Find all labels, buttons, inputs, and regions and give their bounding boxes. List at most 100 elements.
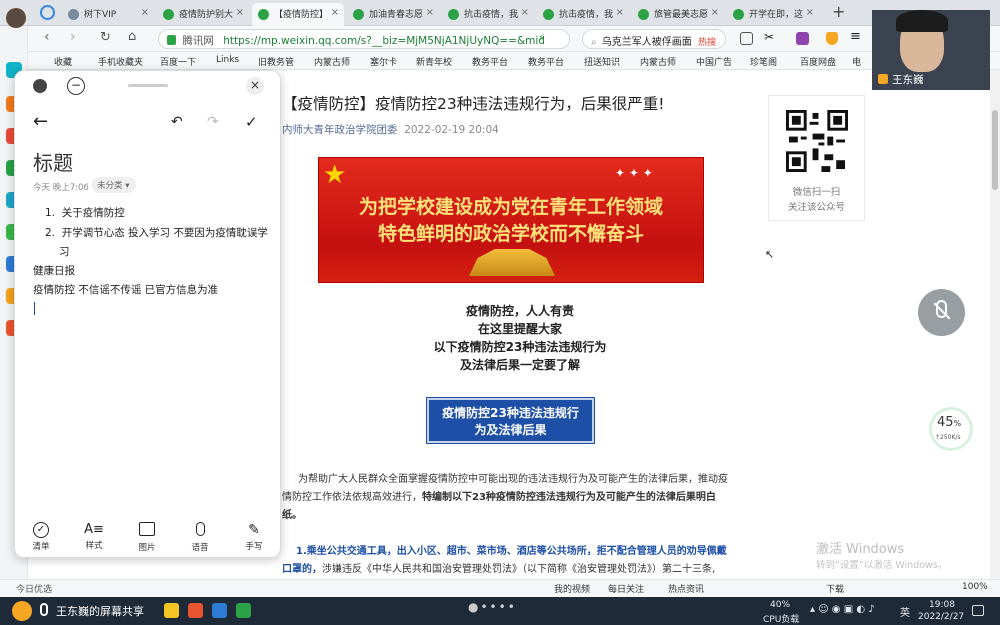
tab-0[interactable]: 树下VIP × (62, 3, 154, 26)
new-tab-icon[interactable]: + (832, 2, 845, 21)
bookmark-11[interactable]: 内蒙古师 (640, 55, 676, 68)
user-avatar[interactable] (6, 8, 26, 28)
share-mic-icon[interactable] (40, 603, 48, 616)
tab-2-active[interactable]: 【疫情防控】 × (252, 3, 344, 26)
browser-nav-icon[interactable] (40, 5, 55, 20)
forward-icon[interactable]: › (70, 29, 76, 45)
note-list-item-1[interactable]: 1. 关于疫情防控 (45, 205, 125, 220)
url-input[interactable]: 腾讯网 https://mp.weixin.qq.com/s?__biz=MjM… (158, 29, 570, 49)
undo-icon[interactable]: ↶ (171, 114, 183, 130)
note-title[interactable]: 标题 (33, 147, 73, 176)
toolbar-image-button[interactable]: 图片 (127, 522, 167, 553)
home-icon[interactable]: ⌂ (128, 29, 136, 44)
text-cursor (34, 302, 35, 315)
input-language[interactable]: 英 (900, 604, 910, 619)
tab-1[interactable]: 疫情防护别大 × (157, 3, 249, 26)
tab-close-icon[interactable]: × (426, 7, 434, 18)
redo-icon[interactable]: ↷ (207, 114, 219, 130)
tray-icons[interactable]: ▴ ☺ ◉ ▣ ◐ ♪ (810, 604, 875, 615)
tab-close-icon[interactable]: × (331, 7, 339, 18)
plugin-icon[interactable] (796, 32, 809, 45)
menu-icon[interactable]: ≡ (850, 29, 861, 44)
pin-icon[interactable] (33, 79, 47, 93)
lightning-icon[interactable]: ⚡ (538, 33, 545, 44)
network-speed-widget[interactable]: 45% ↑250K/s (929, 407, 973, 451)
back-arrow-icon[interactable]: ← (33, 111, 48, 132)
article-paragraph-1-end: 纸。 (282, 510, 302, 521)
tab-7[interactable]: 开学在即，这 × (727, 3, 819, 26)
close-icon[interactable]: × (246, 77, 264, 95)
scrollbar-thumb[interactable] (992, 110, 998, 190)
note-list-item-2-cont[interactable]: 习 (59, 244, 70, 259)
bookmark-4[interactable]: 旧教务管 (258, 55, 294, 68)
article-meta: 内师大青年政治学院团委 2022-02-19 20:04 (282, 122, 499, 137)
tab-5[interactable]: 抗击疫情，我 × (537, 3, 629, 26)
tab-6[interactable]: 旅管最美志愿 × (632, 3, 724, 26)
bookmark-13[interactable]: 珍笔阁 (750, 55, 777, 68)
bookmark-12[interactable]: 中国广告 (696, 55, 732, 68)
bookmark-10[interactable]: 扭送知识 (584, 55, 620, 68)
note-list-item-2[interactable]: 2. 开学调节心态 投入学习 不要因为疫情耽误学 (45, 225, 268, 240)
tab-close-icon[interactable]: × (521, 7, 529, 18)
mouse-cursor-icon: ↖ (765, 248, 775, 261)
note-category-dropdown[interactable]: 未分类 ▾ (91, 177, 136, 193)
note-line-3[interactable]: 健康日报 (33, 263, 75, 278)
confirm-check-icon[interactable]: ✓ (245, 113, 258, 131)
status-download-link[interactable]: 下载 (826, 582, 844, 595)
qr-caption-2: 关注该公众号 (787, 202, 845, 213)
tab-close-icon[interactable]: × (236, 7, 244, 18)
toolbar-checklist-button[interactable]: ✓ 清单 (21, 522, 61, 552)
qr-code-image[interactable] (786, 110, 848, 172)
toolbar-style-button[interactable]: A≡ 样式 (74, 522, 114, 551)
taskbar-app-icon[interactable] (164, 603, 179, 618)
status-video-link[interactable]: 我的视频 (554, 582, 590, 595)
tab-close-icon[interactable]: × (806, 7, 814, 18)
bookmark-9[interactable]: 教务平台 (528, 55, 564, 68)
bookmark-15[interactable]: 电 (852, 55, 861, 68)
bookmark-14[interactable]: 百度网盘 (800, 55, 836, 68)
activate-windows-watermark: 激活 Windows (816, 542, 905, 557)
zoom-level[interactable]: 100% (962, 582, 988, 592)
taskbar-app-icon[interactable] (212, 603, 227, 618)
cpu-load-label: CPU负载 (763, 615, 800, 625)
bookmark-8[interactable]: 教务平台 (472, 55, 508, 68)
taskbar-app-icon[interactable] (188, 603, 203, 618)
clock-date[interactable]: 2022/2/27 (918, 612, 964, 622)
note-line-4[interactable]: 疫情防控 不信谣不传谣 已官方信息为准 (33, 282, 218, 297)
page-scrollbar[interactable] (990, 70, 1000, 579)
tab-3[interactable]: 加油青春志愿 × (347, 3, 439, 26)
tab-4[interactable]: 抗击疫情，我 × (442, 3, 534, 26)
toolbar-handwrite-button[interactable]: ✎ 手写 (234, 522, 274, 552)
article-author[interactable]: 内师大青年政治学院团委 (282, 124, 398, 136)
center-line-0: 疫情防控，人人有责 (465, 304, 574, 318)
status-daily-link[interactable]: 每日关注 (608, 582, 644, 595)
bookmark-5[interactable]: 内蒙古师 (314, 55, 350, 68)
mute-mic-button[interactable] (918, 289, 965, 336)
reload-icon[interactable]: ↻ (100, 30, 111, 45)
tab-close-icon[interactable]: × (141, 7, 149, 18)
toolbar-extensions: ✂ ≡ (738, 29, 868, 47)
clock-time[interactable]: 19:08 (929, 600, 955, 610)
bookmark-7[interactable]: 新青年校 (416, 55, 452, 68)
speed-rate: ↑250K/s (935, 434, 961, 441)
tab-close-icon[interactable]: × (711, 7, 719, 18)
notification-icon[interactable] (972, 605, 984, 616)
bookmark-2[interactable]: 百度一下 (160, 55, 196, 68)
bookmark-6[interactable]: 塞尔卡 (370, 55, 397, 68)
scissors-icon[interactable]: ✂ (764, 30, 774, 44)
toolbar-voice-button[interactable]: 语音 (180, 522, 220, 553)
tab-close-icon[interactable]: × (616, 7, 624, 18)
windows-taskbar: 王东巍的屏幕共享 ●•••• 40% CPU负载 ▴ ☺ ◉ ▣ ◐ ♪ 英 1… (0, 597, 1000, 625)
status-hot-news-link[interactable]: 热点资讯 (668, 582, 704, 595)
shield-badge-icon[interactable] (826, 32, 838, 45)
minimize-icon[interactable]: − (67, 77, 85, 95)
search-input[interactable]: ⌕ 乌克兰军人被俘画面 热搜 (582, 29, 726, 49)
back-icon[interactable]: ‹ (44, 29, 50, 45)
today-picks-link[interactable]: 今日优选 (16, 582, 52, 595)
bookmark-0[interactable]: 收藏 (54, 55, 72, 68)
bookmark-3[interactable]: Links (216, 55, 239, 65)
drag-handle[interactable] (128, 84, 168, 87)
extension-icon[interactable] (740, 32, 753, 45)
bookmark-1[interactable]: 手机收藏夹 (98, 55, 143, 68)
taskbar-app-icon[interactable] (236, 603, 251, 618)
